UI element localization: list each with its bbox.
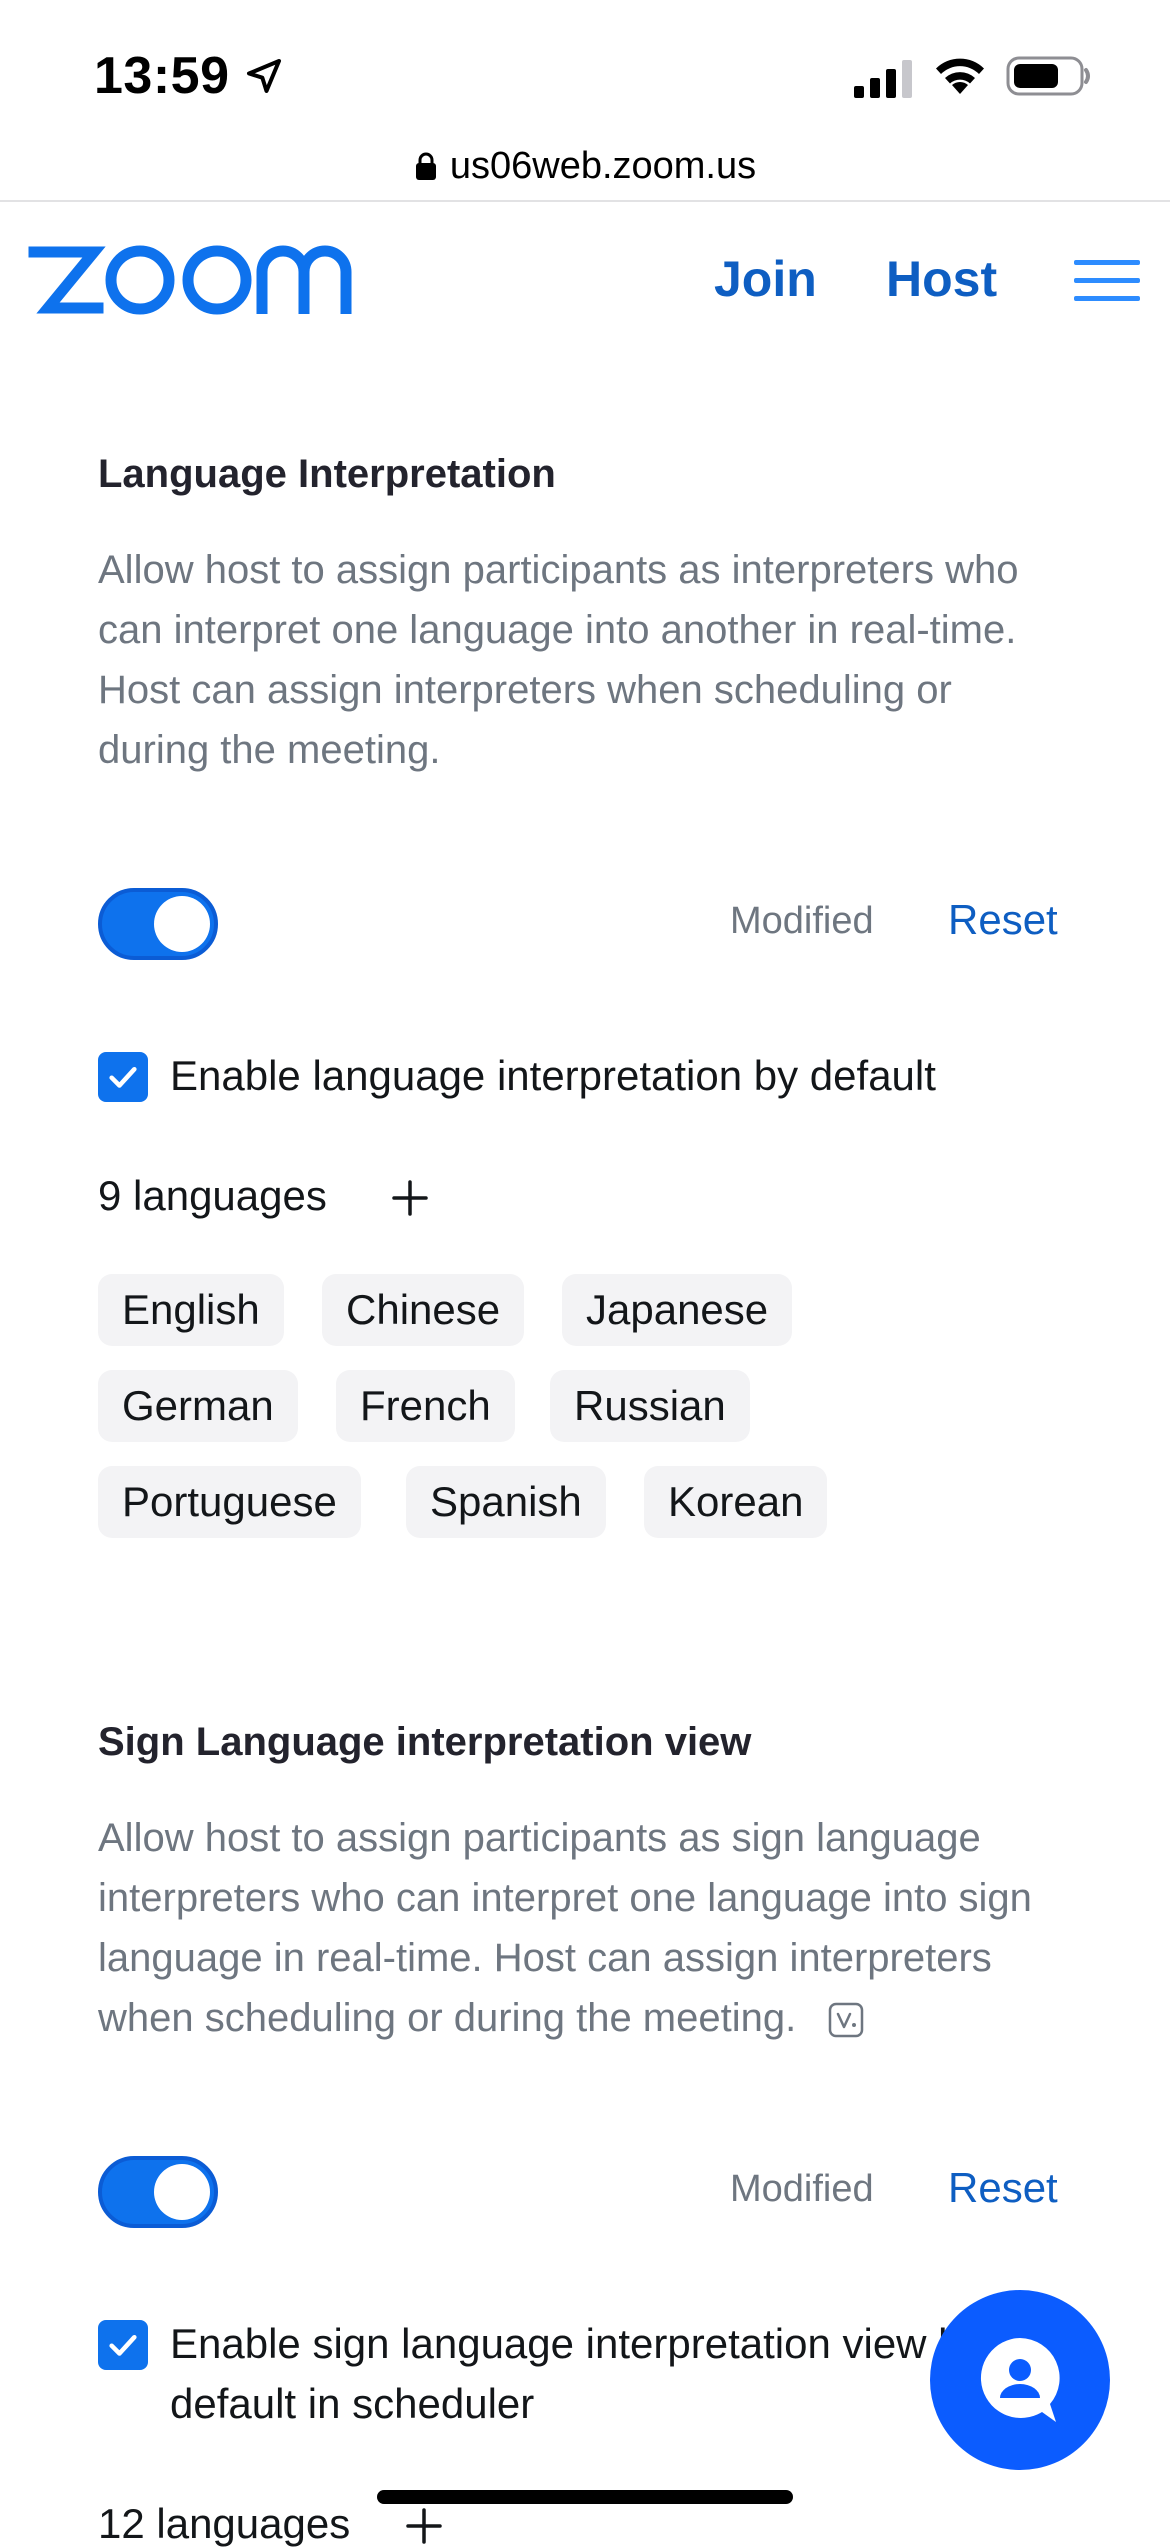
battery-icon <box>1006 56 1090 96</box>
modified-label: Modified <box>730 2168 874 2210</box>
checkbox-label: Enable sign language interpretation view… <box>170 2320 983 2427</box>
hamburger-menu-icon[interactable] <box>1072 256 1142 306</box>
url-text: us06web.zoom.us <box>449 144 757 187</box>
add-language-icon[interactable] <box>404 2506 444 2546</box>
section-title: Sign Language interpretation view <box>98 1720 752 1764</box>
home-indicator <box>377 2490 793 2504</box>
language-interpretation-toggle[interactable] <box>98 888 218 960</box>
toggle-knob <box>154 2164 210 2220</box>
enable-sign-language-checkbox[interactable] <box>98 2320 148 2370</box>
language-chip[interactable]: Spanish <box>406 1466 606 1538</box>
language-chip[interactable]: German <box>98 1370 298 1442</box>
modified-label: Modified <box>730 900 874 942</box>
chat-support-button[interactable] <box>930 2290 1110 2470</box>
wifi-icon <box>936 58 984 94</box>
nav-host-link[interactable]: Host <box>886 250 997 308</box>
lock-icon <box>415 152 436 180</box>
section-description: Allow host to assign participants as int… <box>98 548 1019 772</box>
toggle-knob <box>154 896 210 952</box>
language-chip[interactable]: Korean <box>644 1466 828 1538</box>
languages-count: 12 languages <box>98 2500 351 2547</box>
language-chip[interactable]: Russian <box>550 1370 750 1442</box>
cellular-signal-icon <box>854 60 912 98</box>
browser-url-bar[interactable]: us06web.zoom.us <box>0 132 1170 202</box>
location-arrow-icon <box>247 59 281 93</box>
language-chip[interactable]: French <box>336 1370 515 1442</box>
sign-language-toggle[interactable] <box>98 2156 218 2228</box>
languages-count: 9 languages <box>98 1172 327 1219</box>
chat-bot-icon <box>980 2338 1060 2422</box>
section-title: Language Interpretation <box>98 452 556 496</box>
checkmark-icon <box>109 1066 137 1088</box>
checkmark-icon <box>109 2334 137 2356</box>
zoom-logo[interactable] <box>28 240 360 320</box>
info-icon[interactable] <box>827 2001 865 2039</box>
checkbox-label: Enable language interpretation by defaul… <box>170 1052 936 1099</box>
language-chip[interactable]: Portuguese <box>98 1466 361 1538</box>
enable-interpretation-checkbox[interactable] <box>98 1052 148 1102</box>
section-description: Allow host to assign participants as sig… <box>98 1808 1058 2048</box>
section-description-text: Allow host to assign participants as sig… <box>98 1816 1032 2040</box>
language-chip[interactable]: Chinese <box>322 1274 525 1346</box>
nav-join-link[interactable]: Join <box>714 250 817 308</box>
language-chip[interactable]: Japanese <box>562 1274 793 1346</box>
site-header: Join Host <box>0 204 1170 354</box>
add-language-icon[interactable] <box>390 1178 430 1218</box>
reset-link[interactable]: Reset <box>948 2164 1058 2212</box>
status-bar: 13:59 <box>0 0 1170 140</box>
status-time: 13:59 <box>94 47 230 105</box>
language-chip[interactable]: English <box>98 1274 284 1346</box>
reset-link[interactable]: Reset <box>948 896 1058 944</box>
